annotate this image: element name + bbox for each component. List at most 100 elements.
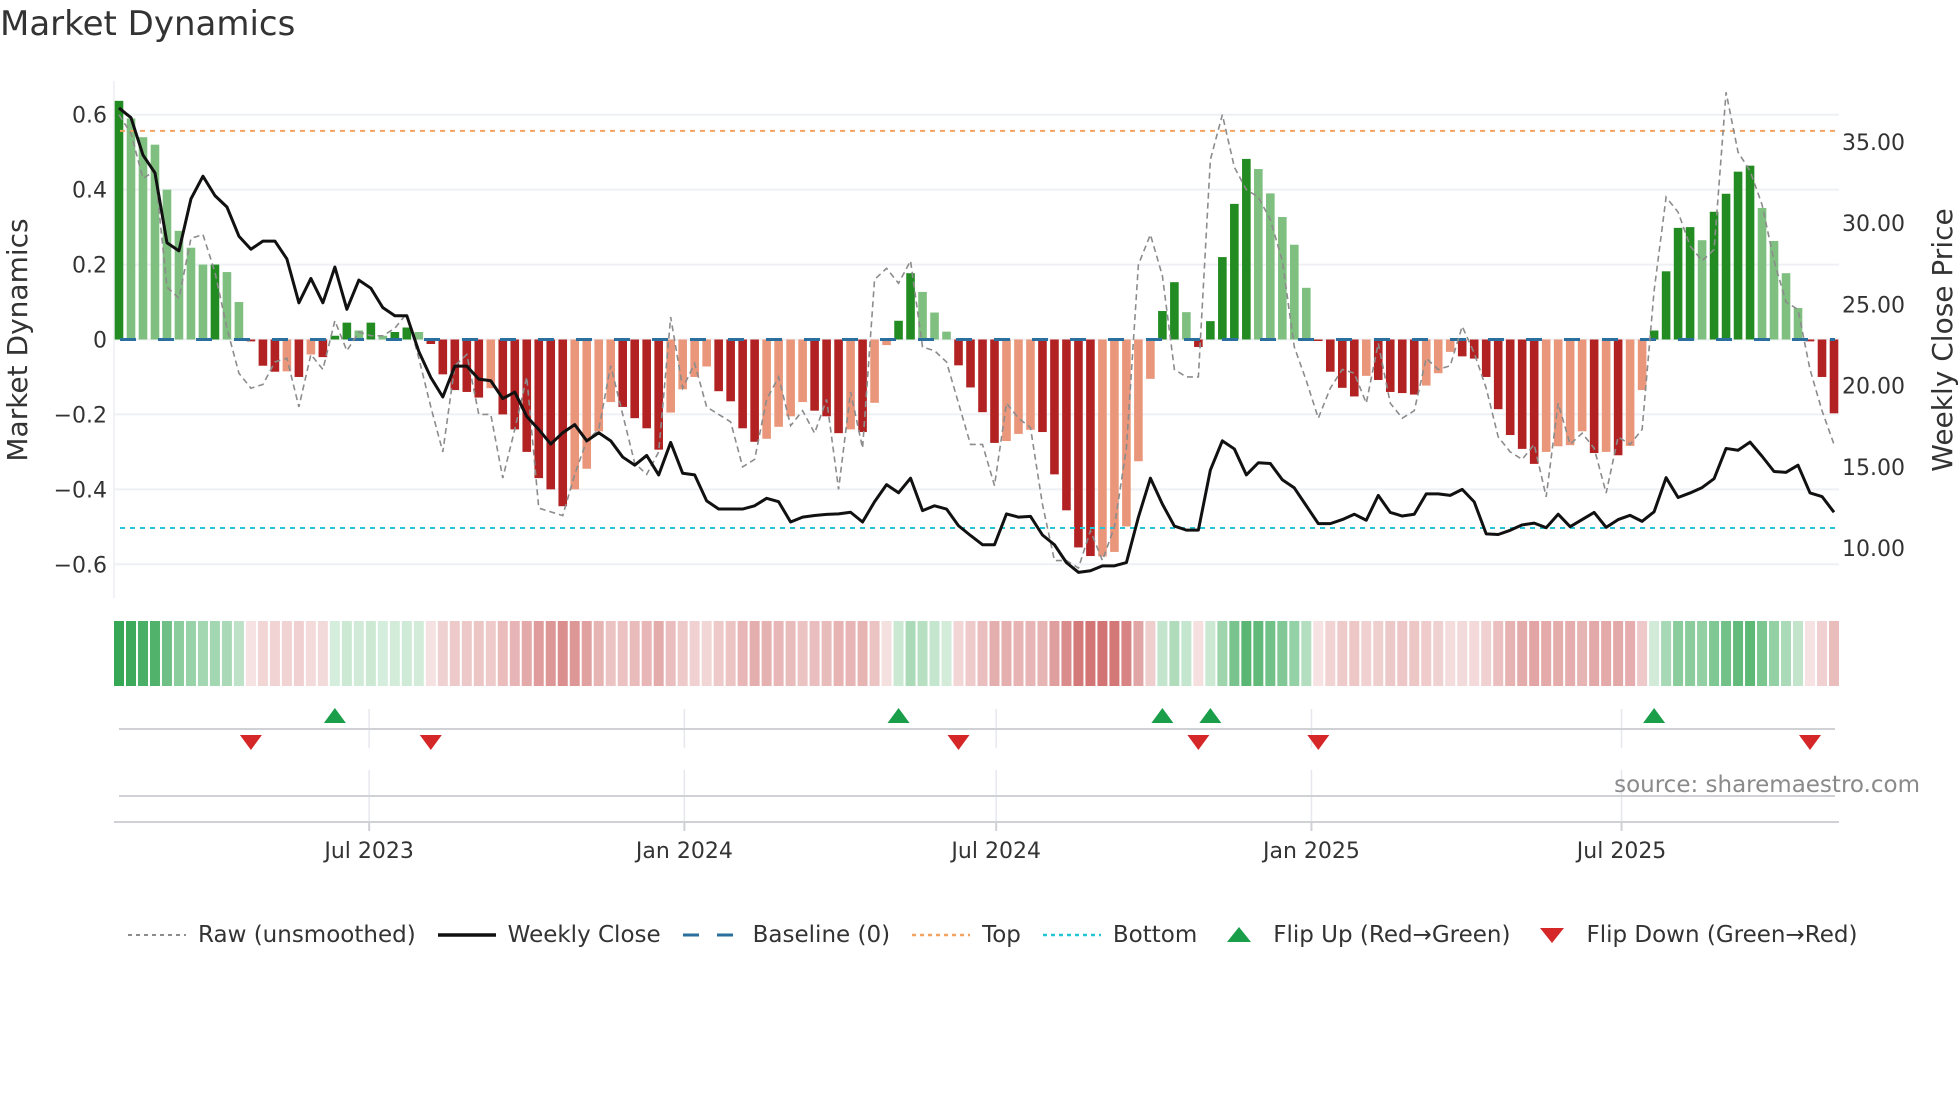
heat-cell [569,621,580,686]
dynamics-bar [1769,240,1779,340]
flip-up-marker [1151,708,1174,723]
dynamics-bar [1733,171,1743,340]
x-tick-label: Jan 2024 [634,839,733,864]
heat-cell [1325,621,1336,686]
flip-up-marker [323,708,346,723]
dynamics-bar [726,339,735,402]
dynamics-bar [222,272,232,340]
heat-cell [1157,621,1168,686]
heat-cell [173,621,184,686]
heat-cell [677,621,688,686]
heat-cell [1193,621,1204,686]
dynamics-bar [942,331,951,340]
heat-cell [161,621,172,686]
heat-cell [401,621,412,686]
dynamics-bar [606,339,616,403]
dynamics-bar [510,339,520,430]
heat-cell [1265,621,1276,686]
dynamics-bar [1565,339,1575,446]
dynamics-bar [1745,165,1755,340]
heat-cell [581,621,592,686]
dynamics-bar [990,339,999,443]
dynamics-bar [1050,339,1059,475]
heat-cell [1061,621,1072,686]
dynamics-bar [630,339,639,419]
legend-label: Flip Up (Red→Green) [1273,922,1511,948]
y2-tick-label: 10.00 [1842,537,1905,562]
left-axis-title: Market Dynamics [1,218,34,461]
dynamics-bar [1206,321,1215,340]
dynamics-bar [1146,339,1155,379]
dynamics-bar [666,339,675,413]
heat-cell [1685,621,1696,686]
flip-up-marker [1643,708,1666,723]
heat-cell [653,621,664,686]
dynamics-bar [1230,203,1239,340]
heat-cell [1577,621,1588,686]
right-axis-ticks: 35.00 30.00 25.00 20.00 15.00 10.00 [1842,131,1905,562]
dynamics-bar [654,339,663,450]
heat-cell [977,621,988,686]
dynamics-bar [1541,339,1551,452]
dynamics-bar [846,339,855,430]
heat-cell [857,621,868,686]
heat-cell [1829,621,1839,686]
x-tick-label: Jul 2023 [322,839,414,864]
flip-markers-panel [119,708,1835,822]
heat-cell [1169,621,1180,686]
dynamics-bar [546,339,556,490]
heat-cell [1421,621,1432,686]
dynamics-bar [1158,311,1167,340]
heat-cell [821,621,832,686]
heat-cell [1277,621,1288,686]
dynamics-bar [1481,339,1491,377]
dynamics-bar [198,264,208,340]
heat-cell [1361,621,1372,686]
baseline-legend-icon [682,925,753,945]
heat-cell [1697,621,1708,686]
heat-cell [905,621,916,686]
dynamics-bar [1086,339,1095,557]
dynamics-bar [1038,339,1047,433]
heat-cell [833,621,844,686]
legend-item-top: Top [912,922,1021,948]
dynamics-bar [858,339,867,433]
x-tick-label: Jul 2024 [949,839,1041,864]
heat-cell [1373,621,1384,686]
heat-cell [689,621,700,686]
dynamics-bar [114,100,124,340]
heat-cell [1529,621,1540,686]
heat-cell [1601,621,1612,686]
dynamics-bar [1673,227,1683,340]
dynamics-bar [1110,339,1119,552]
dynamics-bar [1397,339,1407,394]
legend-item-bottom: Bottom [1042,922,1197,948]
heat-cell [845,621,856,686]
dynamics-bar [474,339,484,398]
dynamics-bar [1517,339,1527,449]
heat-cell [1001,621,1012,686]
heat-cell [1649,621,1660,686]
heat-cell [1397,621,1408,686]
flip-down-marker [1307,735,1330,750]
heat-cell [1289,621,1300,686]
flip-down-marker [947,735,970,750]
heat-cell [1217,621,1228,686]
heat-cell [1385,621,1396,686]
heat-cell [701,621,712,686]
dynamics-bar [1074,339,1083,548]
y-tick-label: 0.2 [72,254,107,279]
dynamics-bar [1314,339,1323,341]
heat-cell [485,621,496,686]
legend: Raw (unsmoothed) Weekly Close Baseline (0)… [128,922,1879,948]
flip-down-marker [1187,735,1210,750]
source-note: source: sharemaestro.com [1614,772,1920,798]
dynamics-bar [750,339,759,442]
dynamics-bar [1781,273,1791,340]
dynamics-bar [1505,339,1515,436]
dynamics-bar [1829,339,1839,414]
heat-cell [725,621,736,686]
heat-cell [1109,621,1120,686]
legend-label: Baseline (0) [752,922,891,948]
dynamics-bar [1445,339,1455,352]
